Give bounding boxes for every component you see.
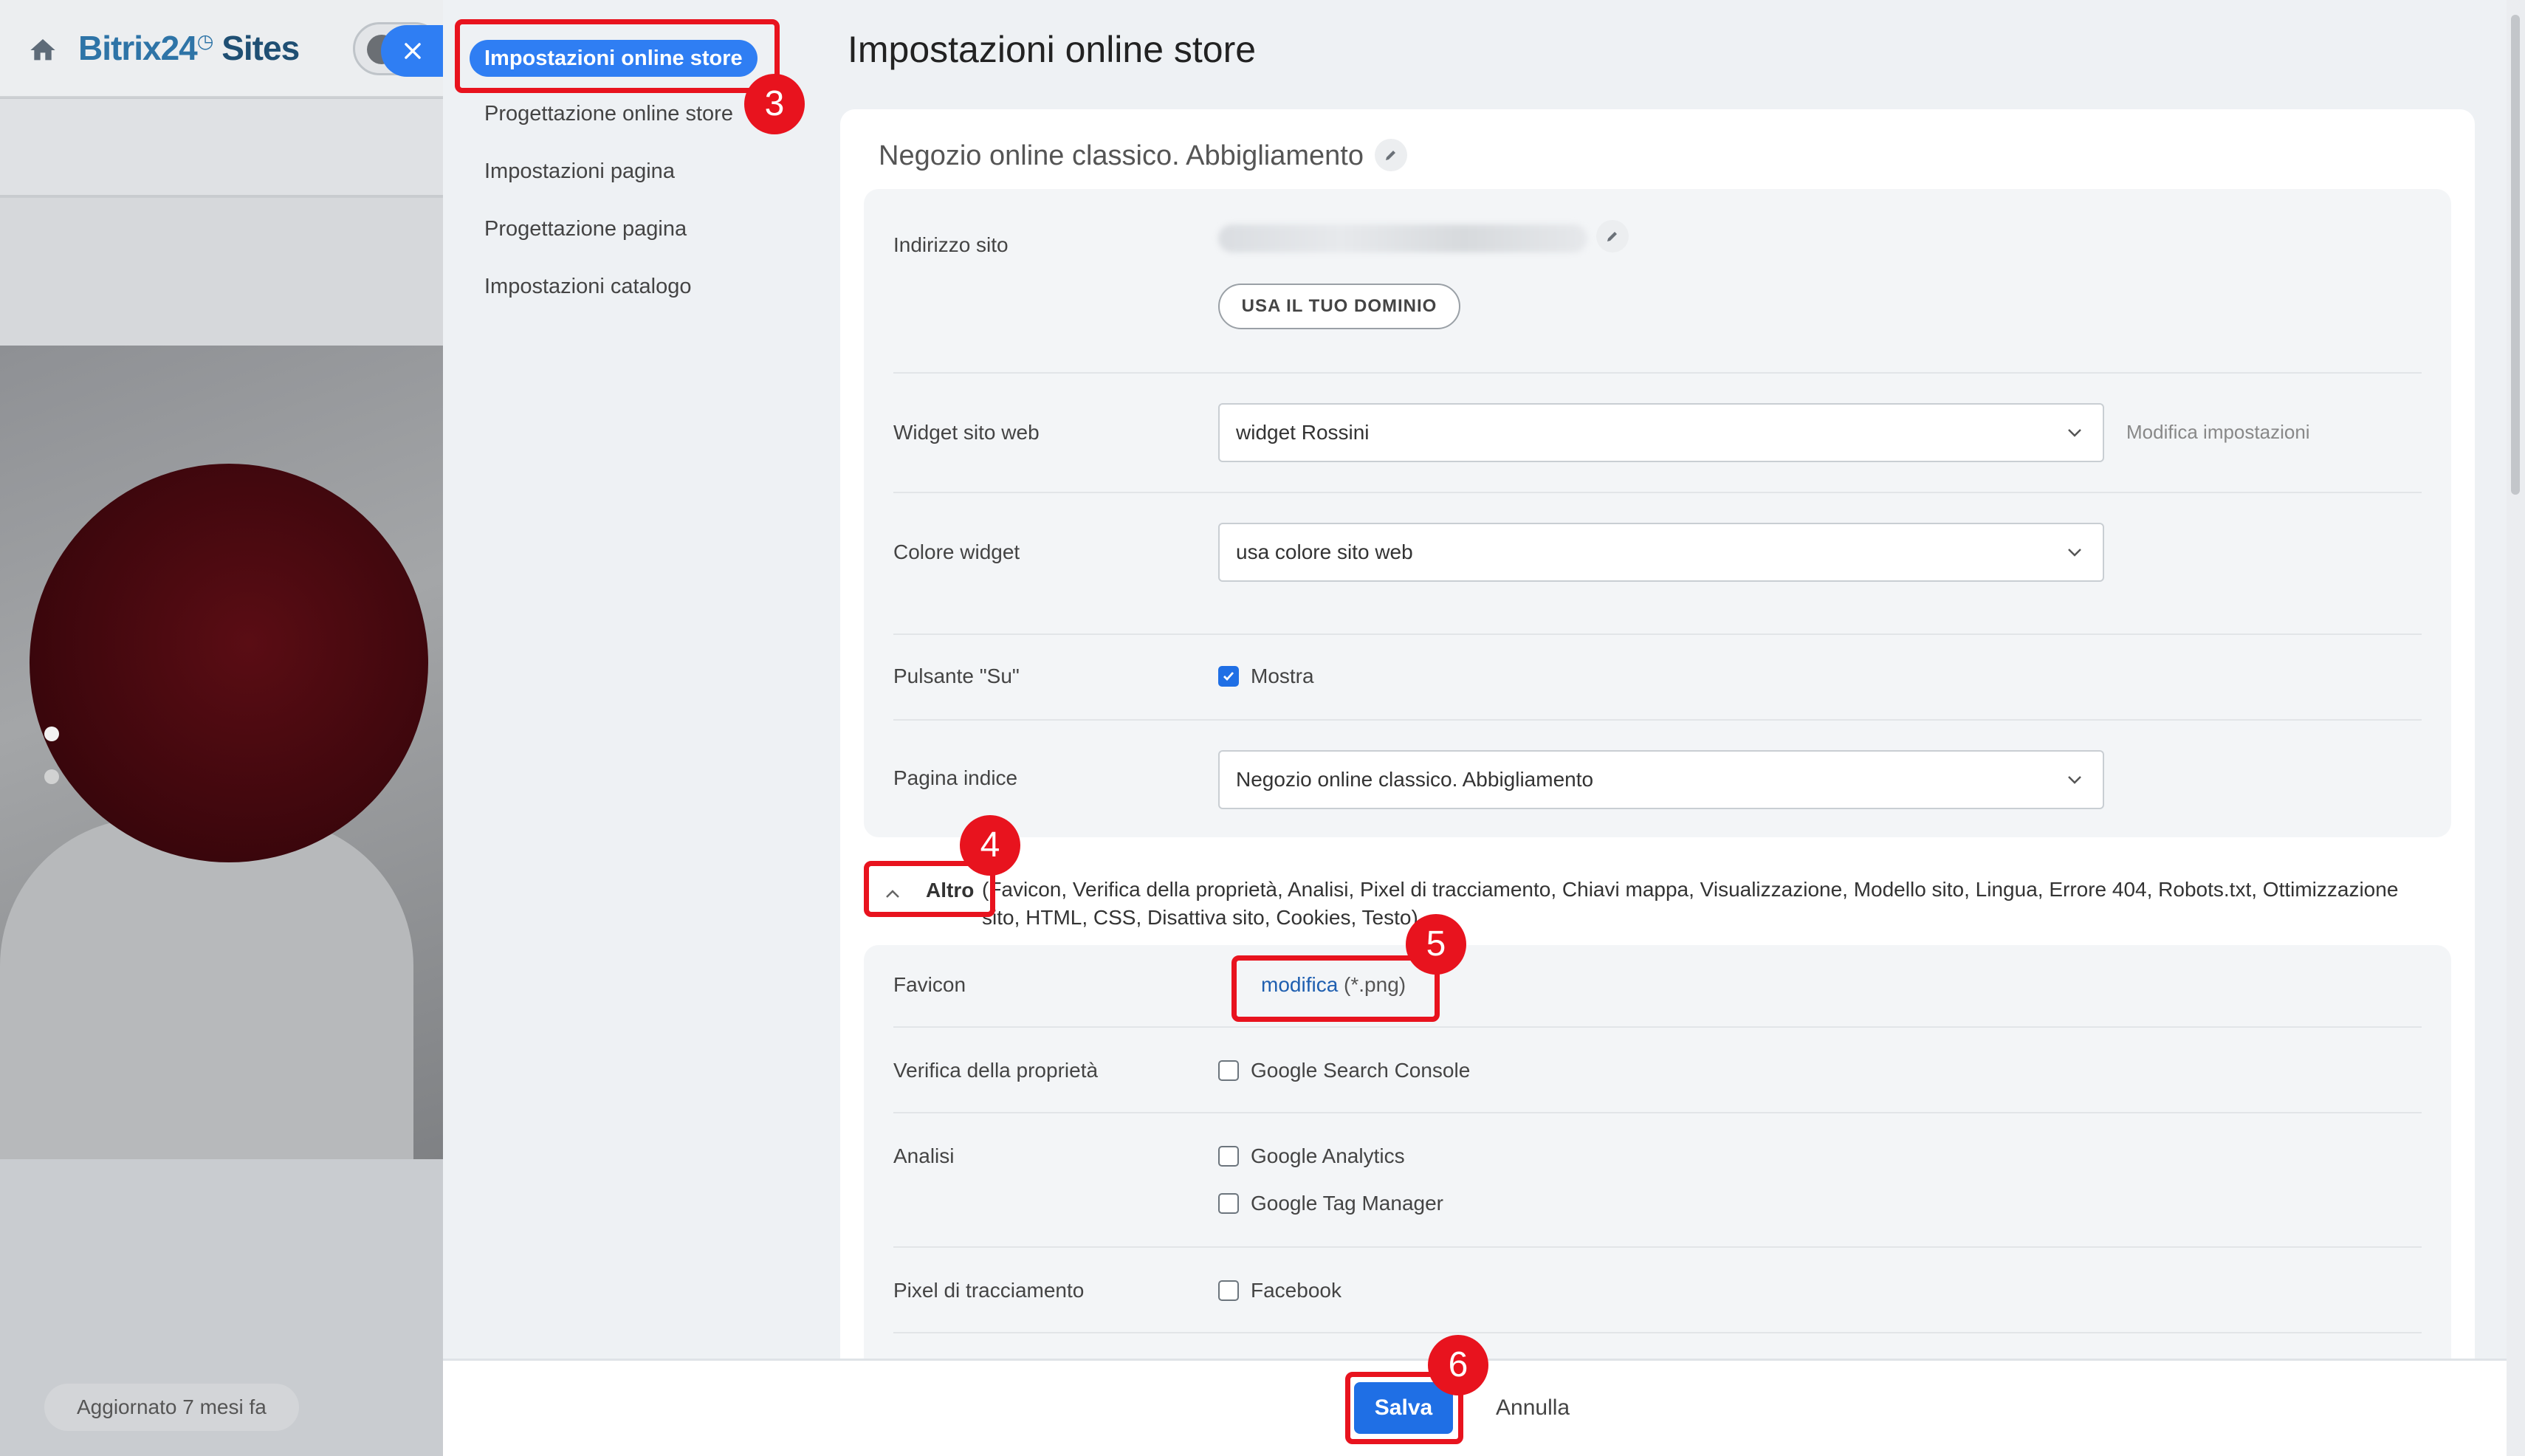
cancel-button[interactable]: Annulla (1496, 1395, 1570, 1421)
google-tag-manager-checkbox[interactable] (1218, 1193, 1239, 1214)
slider-dot[interactable] (44, 727, 59, 741)
background-topbar: Bitrix24◷ Sites (0, 0, 443, 97)
facebook-pixel-checkbox[interactable] (1218, 1280, 1239, 1301)
row-divider (893, 1246, 2422, 1248)
nav-item-page-design[interactable]: Progettazione pagina (484, 217, 687, 241)
highlight-step-3 (455, 19, 780, 93)
row-divider (893, 1026, 2422, 1028)
google-analytics-label: Google Analytics (1251, 1144, 1405, 1167)
highlight-step-5 (1231, 955, 1440, 1022)
edit-site-address-button[interactable] (1596, 220, 1629, 253)
row-divider (893, 372, 2422, 374)
chevron-down-icon (2068, 429, 2081, 437)
show-up-button-label: Mostra (1251, 665, 1314, 687)
row-divider (893, 633, 2422, 635)
home-icon[interactable] (28, 35, 58, 65)
background-page: Bitrix24◷ Sites Aggiornato 7 mesi fa (0, 0, 443, 1456)
photo-shirt (0, 818, 413, 1159)
pencil-icon (1607, 232, 1617, 241)
bitrix-logo[interactable]: Bitrix24◷ Sites (78, 28, 300, 68)
show-up-button-checkbox[interactable] (1218, 666, 1239, 687)
main-settings-block (864, 189, 2451, 837)
index-page-label: Pagina indice (893, 766, 1018, 789)
nav-item-online-store-design[interactable]: Progettazione online store (484, 102, 733, 126)
close-slider-button[interactable] (381, 25, 444, 77)
website-widget-select[interactable]: widget Rossini (1218, 403, 2104, 462)
widget-color-select[interactable]: usa colore sito web (1218, 523, 2104, 582)
edit-site-name-button[interactable] (1375, 139, 1407, 171)
row-divider (893, 1112, 2422, 1113)
step-badge-6: 6 (1428, 1335, 1488, 1395)
modify-widget-settings-link[interactable]: Modifica impostazioni (2126, 421, 2310, 444)
other-section-summary: (Favicon, Verifica della proprietà, Anal… (982, 878, 2399, 929)
google-search-console-label: Google Search Console (1251, 1059, 1471, 1082)
close-icon (405, 43, 421, 59)
favicon-label: Favicon (893, 973, 966, 996)
other-settings-block (864, 945, 2451, 1359)
google-tag-manager-label: Google Tag Manager (1251, 1192, 1443, 1215)
step-badge-5: 5 (1406, 914, 1466, 975)
website-widget-value: widget Rossini (1236, 421, 1370, 444)
pencil-icon (1386, 151, 1395, 160)
use-own-domain-button[interactable]: USA IL TUO DOMINIO (1218, 284, 1460, 329)
scrollbar[interactable] (2507, 0, 2525, 1456)
photo-beret (30, 464, 428, 862)
row-divider (893, 719, 2422, 721)
widget-color-value: usa colore sito web (1236, 540, 1413, 563)
background-subbar (0, 99, 443, 196)
google-search-console-checkbox[interactable] (1218, 1060, 1239, 1081)
step-badge-3: 3 (744, 74, 805, 134)
nav-item-catalog-settings[interactable]: Impostazioni catalogo (484, 275, 692, 299)
site-address-label: Indirizzo sito (893, 233, 1009, 256)
background-band (0, 198, 443, 346)
row-divider (893, 1332, 2422, 1333)
tracking-pixel-label: Pixel di tracciamento (893, 1279, 1085, 1302)
chevron-down-icon (2068, 549, 2081, 557)
index-page-value: Negozio online classico. Abbigliamento (1236, 768, 1594, 791)
nav-item-page-settings[interactable]: Impostazioni pagina (484, 159, 675, 184)
site-address-value (1218, 224, 1587, 253)
index-page-select[interactable]: Negozio online classico. Abbigliamento (1218, 750, 2104, 809)
updated-badge: Aggiornato 7 mesi fa (44, 1384, 299, 1431)
facebook-pixel-label: Facebook (1251, 1279, 1341, 1302)
step-badge-4: 4 (960, 815, 1020, 876)
google-analytics-checkbox[interactable] (1218, 1146, 1239, 1167)
widget-color-label: Colore widget (893, 540, 1020, 563)
page-title: Impostazioni online store (848, 29, 1257, 70)
analytics-label: Analisi (893, 1144, 955, 1167)
row-divider (893, 492, 2422, 493)
scrollbar-thumb[interactable] (2511, 15, 2520, 495)
slider-dot[interactable] (44, 769, 59, 784)
chevron-down-icon (2068, 776, 2081, 784)
ownership-verification-label: Verifica della proprietà (893, 1059, 1099, 1082)
scroll-up-button-label: Pulsante "Su" (893, 665, 1020, 687)
checkmark-icon (1223, 672, 1234, 681)
website-widget-label: Widget sito web (893, 421, 1040, 444)
site-name: Negozio online classico. Abbigliamento (879, 140, 1364, 171)
preview-photo (0, 346, 443, 1159)
